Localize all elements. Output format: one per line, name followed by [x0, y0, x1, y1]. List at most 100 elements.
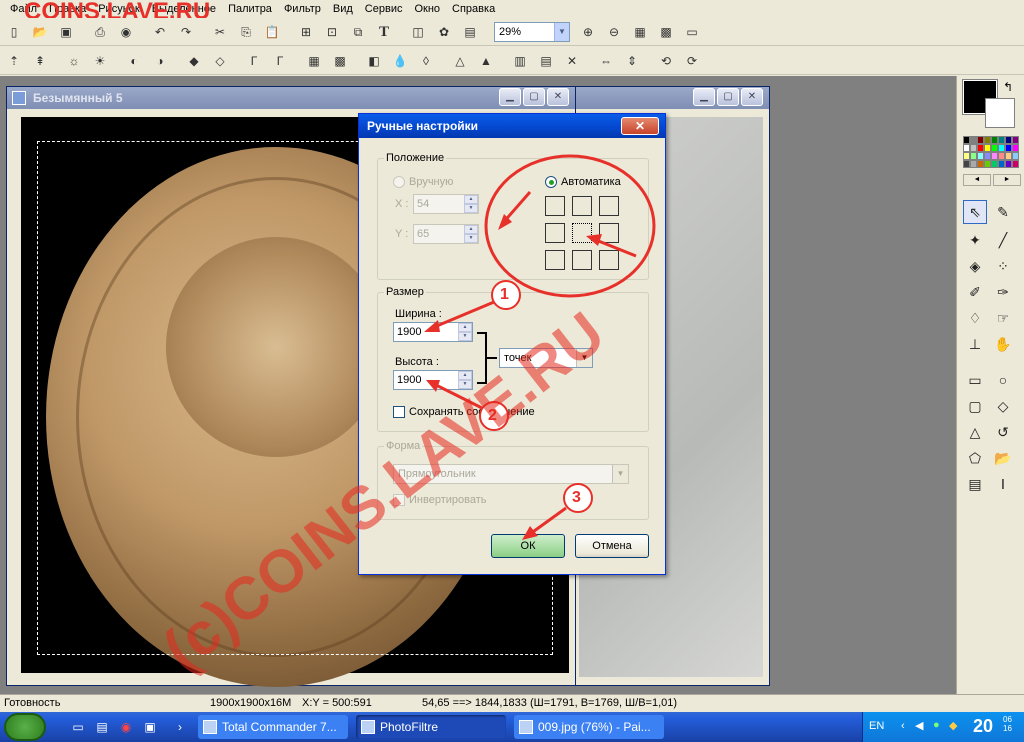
fullscreen-icon[interactable]: ▭ — [682, 22, 702, 42]
color-balance-icon[interactable]: ▤ — [536, 51, 556, 71]
anchor-top-center[interactable] — [572, 196, 592, 216]
spin-up-icon[interactable]: ▲ — [464, 195, 478, 204]
undo-icon[interactable]: ↶ — [150, 22, 170, 42]
negative-icon[interactable]: ◧ — [364, 51, 384, 71]
cut-icon[interactable]: ✂ — [210, 22, 230, 42]
paste-icon[interactable]: 📋 — [262, 22, 282, 42]
spin-up-icon[interactable]: ▲ — [464, 225, 478, 234]
layers-icon[interactable]: ◫ — [408, 22, 428, 42]
menu-help[interactable]: Справка — [446, 0, 501, 18]
zoom-select[interactable]: 29% ▼ — [494, 22, 570, 42]
eyedropper-tool-icon[interactable]: ✎ — [991, 200, 1015, 224]
brightness-plus-icon[interactable]: ☀ — [90, 51, 110, 71]
palette-swatch[interactable] — [970, 160, 977, 168]
zoom-in-icon[interactable]: ⊕ — [578, 22, 598, 42]
volume-icon[interactable]: ◀ — [915, 719, 923, 732]
maximize-icon[interactable]: ▢ — [523, 88, 545, 106]
palette-swatch[interactable] — [977, 160, 984, 168]
open-selection-icon[interactable]: 📂 — [991, 446, 1015, 470]
hand-tool-icon[interactable]: ✋ — [991, 332, 1015, 356]
swap-colors-icon[interactable]: ↰ — [1003, 80, 1013, 94]
fit-window-icon[interactable]: ▩ — [656, 22, 676, 42]
tray-app-icon[interactable]: ◆ — [949, 719, 957, 732]
browser-icon[interactable]: ▤ — [460, 22, 480, 42]
explorer-icon[interactable]: ▤ — [92, 717, 112, 737]
gamma-minus-icon[interactable]: Γ — [244, 51, 264, 71]
flip-vertical-icon[interactable]: ⇕ — [622, 51, 642, 71]
spin-down-icon[interactable]: ▼ — [464, 234, 478, 243]
ok-button[interactable]: ОК — [491, 534, 565, 558]
sharpen-more-icon[interactable]: ▲ — [476, 51, 496, 71]
transform-icon[interactable]: ✕ — [562, 51, 582, 71]
palette-swatch[interactable] — [977, 144, 984, 152]
magic-wand-tool-icon[interactable]: ✦ — [963, 228, 987, 252]
anchor-bottom-center[interactable] — [572, 250, 592, 270]
palette-swatch[interactable] — [963, 160, 970, 168]
y-field[interactable]: 65 ▲ ▼ — [413, 224, 479, 244]
gradient-icon[interactable]: ▥ — [510, 51, 530, 71]
rotate-left-icon[interactable]: ⟲ — [656, 51, 676, 71]
image-window-titlebar[interactable]: Безымянный 5 — [7, 87, 575, 109]
palette-swatch[interactable] — [1012, 152, 1019, 160]
contrast-minus-icon[interactable]: ◐ — [124, 51, 144, 71]
palette-next-icon[interactable]: ► — [993, 174, 1021, 186]
gamma-plus-icon[interactable]: Γ — [270, 51, 290, 71]
palette-swatch[interactable] — [977, 152, 984, 160]
minimize-icon[interactable]: ▁ — [693, 88, 715, 106]
palette-swatch[interactable] — [991, 144, 998, 152]
brush-tool-icon[interactable]: ✐ — [963, 280, 987, 304]
anchor-top-left[interactable] — [545, 196, 565, 216]
palette-swatch[interactable] — [970, 152, 977, 160]
chevron-right-icon[interactable]: › — [170, 717, 190, 737]
tray-chevron-icon[interactable]: ‹ — [901, 720, 905, 732]
palette-swatch[interactable] — [963, 152, 970, 160]
ellipse-select-icon[interactable]: ○ — [991, 368, 1015, 392]
palette-swatch[interactable] — [963, 136, 970, 144]
palette-swatch[interactable] — [1012, 144, 1019, 152]
network-icon[interactable]: ● — [933, 719, 940, 731]
saturation-minus-icon[interactable]: ◆ — [184, 51, 204, 71]
floppy-icon[interactable]: ▣ — [140, 717, 160, 737]
lasso-select-icon[interactable]: ↺ — [991, 420, 1015, 444]
redo-icon[interactable]: ↷ — [176, 22, 196, 42]
fill-tool-icon[interactable]: ◈ — [963, 254, 987, 278]
minimize-icon[interactable]: ▁ — [499, 88, 521, 106]
palette-swatch[interactable] — [1005, 136, 1012, 144]
anchor-center[interactable] — [572, 223, 592, 243]
crop-icon[interactable]: ⧉ — [348, 22, 368, 42]
flip-horizontal-icon[interactable]: ⇔ — [596, 51, 616, 71]
palette-swatch[interactable] — [998, 136, 1005, 144]
palette-swatch[interactable] — [984, 160, 991, 168]
image-size-icon[interactable]: ⊞ — [296, 22, 316, 42]
saturation-plus-icon[interactable]: ◇ — [210, 51, 230, 71]
palette-swatch[interactable] — [977, 136, 984, 144]
palette-prev-icon[interactable]: ◄ — [963, 174, 991, 186]
palette-swatch[interactable] — [998, 152, 1005, 160]
spray-tool-icon[interactable]: ⁘ — [991, 254, 1015, 278]
stamp-tool-icon[interactable]: ⊥ — [963, 332, 987, 356]
palette-swatch[interactable] — [984, 144, 991, 152]
line-tool-icon[interactable]: ╱ — [991, 228, 1015, 252]
cancel-button[interactable]: Отмена — [575, 534, 649, 558]
chevron-down-icon[interactable]: ▼ — [554, 23, 569, 41]
grayscale-icon[interactable]: ▦ — [304, 51, 324, 71]
palette-swatch[interactable] — [1005, 144, 1012, 152]
anchor-bottom-right[interactable] — [599, 250, 619, 270]
diamond-select-icon[interactable]: ◇ — [991, 394, 1015, 418]
x-field[interactable]: 54 ▲ ▼ — [413, 194, 479, 214]
palette-swatch[interactable] — [1005, 152, 1012, 160]
palette-swatch[interactable] — [991, 152, 998, 160]
color-palette[interactable] — [963, 136, 1021, 170]
anchor-top-right[interactable] — [599, 196, 619, 216]
palette-swatch[interactable] — [1005, 160, 1012, 168]
save-icon[interactable]: ▣ — [56, 22, 76, 42]
copy-icon[interactable]: ⎘ — [236, 22, 256, 42]
clock[interactable]: 20 — [973, 716, 993, 737]
palette-swatch[interactable] — [991, 160, 998, 168]
task-paint[interactable]: 009.jpg (76%) - Pai... — [514, 715, 664, 739]
palette-swatch[interactable] — [970, 136, 977, 144]
anchor-bottom-left[interactable] — [545, 250, 565, 270]
selection-info-icon[interactable]: Ⅰ — [991, 472, 1015, 496]
maximize-icon[interactable]: ▢ — [717, 88, 739, 106]
auto-radio[interactable]: Автоматика — [545, 176, 621, 188]
